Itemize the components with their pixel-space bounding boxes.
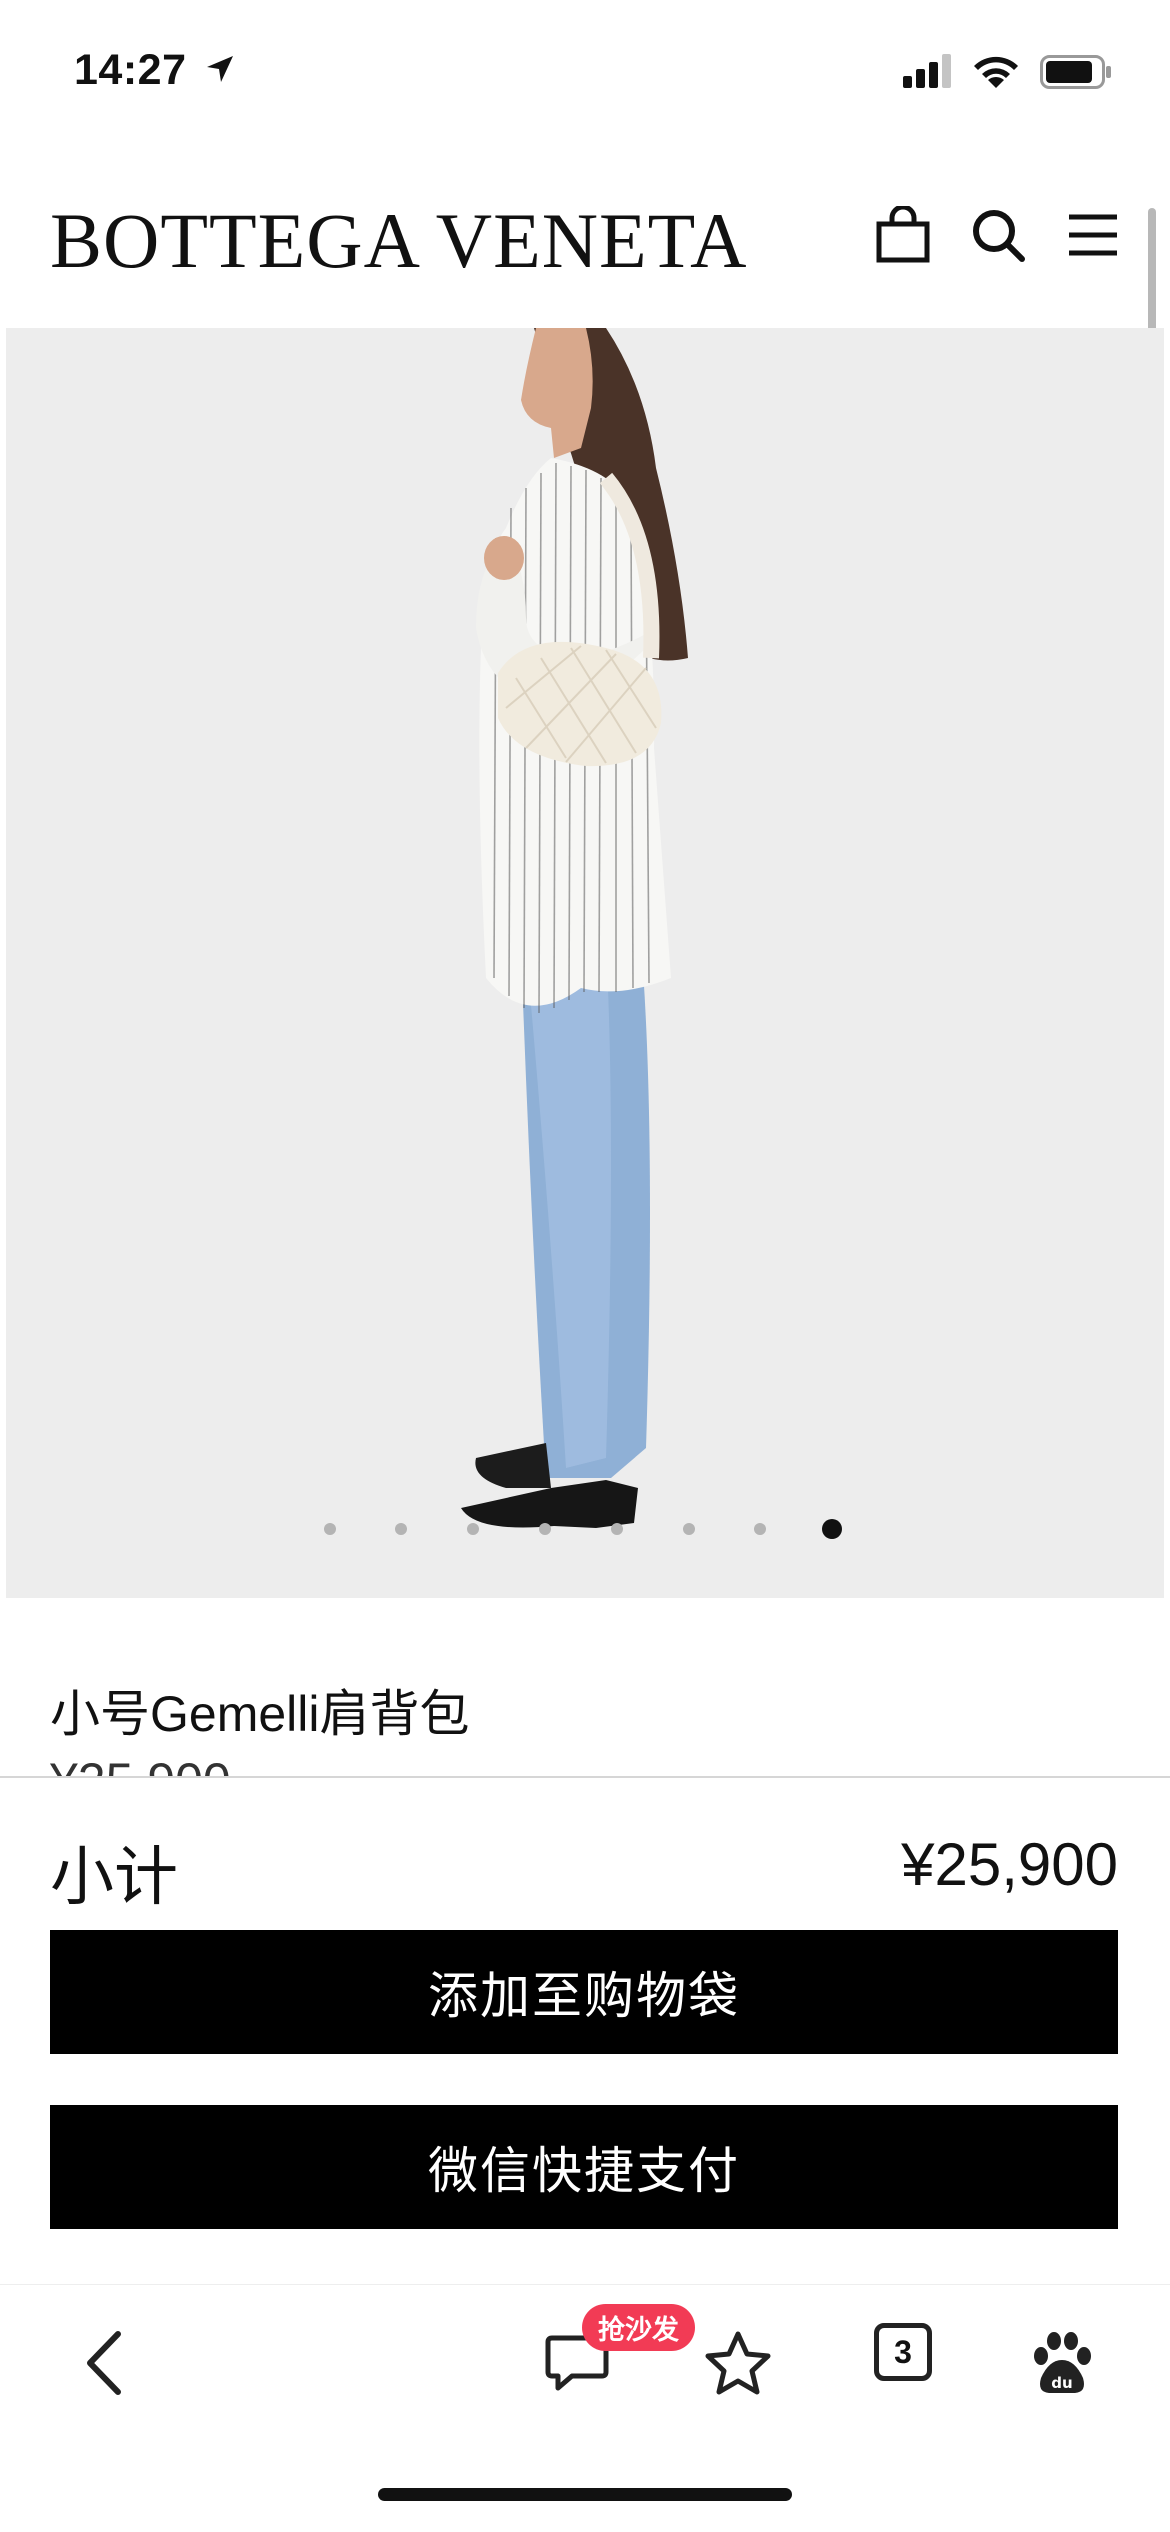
status-time: 14:27 <box>74 46 187 94</box>
add-to-bag-button[interactable]: 添加至购物袋 <box>50 1930 1118 2054</box>
carousel-dot[interactable] <box>683 1523 695 1535</box>
tabs-button[interactable]: 3 <box>874 2323 932 2381</box>
model-photo <box>461 328 688 1528</box>
back-icon <box>87 2331 121 2395</box>
back-button[interactable] <box>58 2318 148 2408</box>
shopping-bag-button[interactable] <box>868 200 938 270</box>
product-image[interactable] <box>6 328 1164 1598</box>
home-indicator <box>378 2488 792 2501</box>
menu-button[interactable] <box>1058 200 1128 270</box>
battery-icon <box>1040 55 1111 89</box>
carousel-dot[interactable] <box>467 1523 479 1535</box>
baidu-button[interactable]: du <box>1017 2318 1107 2408</box>
page: 14:27 BOTTEGA VENETA 小号Gemelli肩背包 小计 ¥25… <box>0 0 1170 2532</box>
carousel-dot[interactable] <box>324 1523 336 1535</box>
sticky-bar-divider <box>0 1776 1170 1778</box>
carousel-dot[interactable] <box>539 1523 551 1535</box>
location-arrow-icon <box>207 56 233 82</box>
subtotal-label: 小计 <box>50 1841 178 1913</box>
carousel-dot[interactable] <box>754 1523 766 1535</box>
tab-count: 3 <box>894 2333 912 2370</box>
wifi-icon <box>974 56 1018 88</box>
carousel-dot[interactable] <box>611 1523 623 1535</box>
product-name: 小号Gemelli肩背包 <box>50 1686 470 1742</box>
baidu-paw-icon: du <box>1034 2332 1091 2393</box>
carousel-dot[interactable] <box>395 1523 407 1535</box>
shopping-bag-icon <box>876 206 930 263</box>
site-header: BOTTEGA VENETA <box>0 150 1170 325</box>
brand-logo[interactable]: BOTTEGA VENETA <box>50 202 747 280</box>
favorite-button[interactable] <box>693 2318 783 2408</box>
carousel-dot-active[interactable] <box>822 1519 842 1539</box>
wechat-pay-button[interactable]: 微信快捷支付 <box>50 2105 1118 2229</box>
star-icon <box>705 2331 771 2395</box>
status-bar: 14:27 <box>0 0 1170 150</box>
search-icon <box>973 210 1025 262</box>
carousel-dots <box>0 1517 1170 1541</box>
svg-text:du: du <box>1051 2374 1072 2392</box>
product-price: ¥25,900 <box>50 1752 231 1776</box>
search-button[interactable] <box>963 200 1033 270</box>
comment-badge[interactable]: 抢沙发 <box>582 2304 695 2351</box>
subtotal-value: ¥25,900 <box>901 1831 1118 1898</box>
cellular-signal-icon <box>903 54 951 88</box>
menu-icon <box>1069 214 1117 256</box>
